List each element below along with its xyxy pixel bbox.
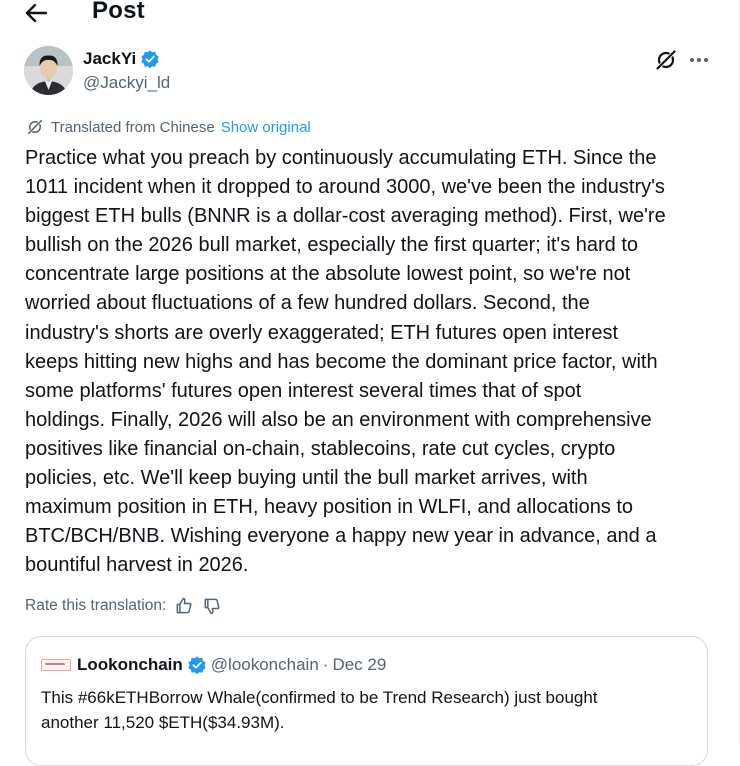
author-name-text: JackYi <box>83 49 137 68</box>
quoted-post-header: Lookonchain @lookonchain · Dec 29 <box>41 655 386 675</box>
quoted-author-handle: @lookonchain <box>210 655 319 674</box>
back-button[interactable] <box>22 0 50 26</box>
quoted-post-text: This #66kETHBorrow Whale(confirmed to be… <box>41 688 598 732</box>
verified-badge-icon <box>141 50 159 69</box>
grok-icon <box>655 49 677 71</box>
more-horizontal-icon <box>690 58 708 62</box>
translated-label: Translated from Chinese <box>51 118 215 136</box>
quoted-author-name[interactable]: Lookonchain <box>77 655 183 675</box>
grok-button[interactable] <box>654 48 678 72</box>
quoted-post[interactable]: Lookonchain @lookonchain · Dec 29 This #… <box>25 636 708 766</box>
arrow-left-icon <box>25 3 47 23</box>
quoted-date: Dec 29 <box>332 655 387 674</box>
post-text: Practice what you preach by continuously… <box>25 147 666 577</box>
avatar-image <box>24 46 73 95</box>
page-title: Post <box>92 0 145 24</box>
show-original-link[interactable]: Show original <box>221 119 311 136</box>
quoted-avatar[interactable] <box>41 659 71 671</box>
grok-translate-icon <box>27 119 43 135</box>
thumbs-down-icon[interactable] <box>202 596 222 616</box>
avatar[interactable] <box>24 46 73 95</box>
page-header: Post <box>0 0 739 28</box>
rate-label: Rate this translation: <box>25 597 167 614</box>
rate-translation: Rate this translation: <box>25 596 222 616</box>
verified-badge-icon <box>188 656 206 675</box>
translation-notice: Translated from Chinese Show original <box>26 118 311 136</box>
thumbs-up-icon[interactable] <box>174 596 194 616</box>
more-options-button[interactable] <box>686 48 712 72</box>
author-handle[interactable]: @Jackyi_ld <box>83 73 170 93</box>
author-name[interactable]: JackYi <box>83 49 160 69</box>
quoted-separator: · <box>322 655 329 674</box>
